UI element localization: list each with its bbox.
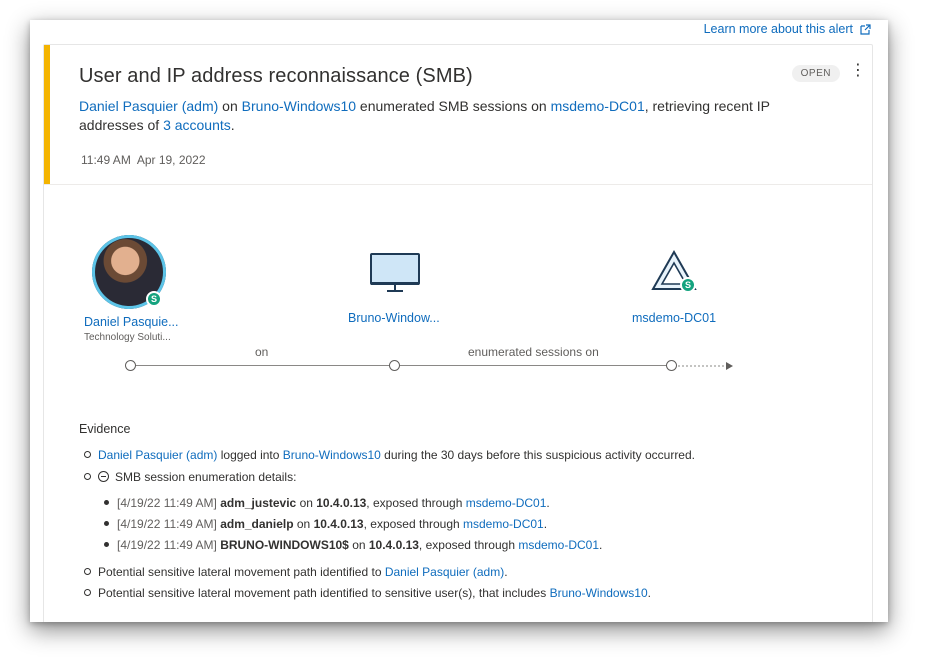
dc-entity-name[interactable]: msdemo-DC01	[632, 311, 716, 325]
bullet	[104, 542, 109, 547]
evidence-text: during the 30 days before this suspiciou…	[380, 448, 695, 462]
user-link[interactable]: Daniel Pasquier (adm)	[385, 565, 504, 579]
alert-time: 11:49 AM	[81, 153, 131, 167]
evidence-text: .	[647, 586, 651, 600]
alert-timestamp: 11:49 AM Apr 19, 2022	[81, 153, 206, 167]
alert-date: Apr 19, 2022	[136, 153, 206, 167]
dc-link[interactable]: msdemo-DC01	[463, 517, 544, 531]
detail-ip: 10.4.0.13	[368, 538, 419, 552]
evidence-item: Daniel Pasquier (adm) logged into Bruno-…	[84, 448, 695, 462]
timeline-segment	[400, 365, 672, 366]
evidence-item: Potential sensitive lateral movement pat…	[84, 586, 651, 600]
alert-title: User and IP address reconnaissance (SMB)	[79, 65, 473, 87]
evidence-text: logged into	[217, 448, 283, 462]
bullet	[84, 568, 91, 575]
learn-more-label[interactable]: Learn more about this alert	[704, 22, 853, 36]
user-link[interactable]: Daniel Pasquier (adm)	[98, 448, 217, 462]
detail-text: , exposed through	[363, 517, 464, 531]
detail-text: on	[293, 517, 314, 531]
timeline-node	[125, 360, 136, 371]
detail-timestamp: [4/19/22 11:49 AM]	[117, 496, 221, 510]
evidence-heading: Evidence	[79, 422, 131, 436]
evidence-item: Potential sensitive lateral movement pat…	[84, 565, 508, 579]
timeline-node	[389, 360, 400, 371]
evidence-text: Potential sensitive lateral movement pat…	[98, 565, 385, 579]
alert-card: User and IP address reconnaissance (SMB)…	[43, 44, 873, 622]
detail-text: .	[546, 496, 550, 510]
evidence-text: .	[504, 565, 508, 579]
desc-text: on	[218, 98, 242, 114]
accounts-link[interactable]: 3 accounts	[163, 117, 231, 133]
external-link-icon	[860, 23, 871, 35]
device-monitor-icon[interactable]	[369, 252, 421, 294]
detail-ip: 10.4.0.13	[316, 496, 367, 510]
desc-text: enumerated SMB sessions on	[356, 98, 551, 114]
bullet	[104, 521, 109, 526]
detail-timestamp: [4/19/22 11:49 AM]	[117, 517, 221, 531]
status-badge: OPEN	[791, 65, 840, 82]
more-vertical-icon[interactable]: ⋮	[850, 63, 866, 79]
alert-window: Learn more about this alert User and IP …	[30, 20, 888, 622]
user-link[interactable]: Daniel Pasquier (adm)	[79, 98, 218, 114]
timeline-label-on: on	[255, 345, 269, 359]
bullet	[84, 589, 91, 596]
device-entity-name[interactable]: Bruno-Window...	[348, 311, 440, 325]
desc-text: .	[230, 117, 235, 133]
detail-text: , exposed through	[366, 496, 466, 510]
timeline-arrow-icon	[678, 362, 733, 370]
timeline-segment	[136, 365, 394, 366]
device-link[interactable]: Bruno-Windows10	[283, 448, 381, 462]
detail-text: , exposed through	[418, 538, 519, 552]
collapse-icon[interactable]	[98, 471, 109, 482]
detail-text: on	[296, 496, 317, 510]
detail-row: [4/19/22 11:49 AM] adm_danielp on 10.4.0…	[104, 517, 547, 531]
dc-link[interactable]: msdemo-DC01	[466, 496, 547, 510]
detail-timestamp: [4/19/22 11:49 AM]	[117, 538, 221, 552]
user-entity-title: Technology Soluti...	[84, 332, 171, 343]
detail-text: .	[599, 538, 603, 552]
detail-account: BRUNO-WINDOWS10$	[220, 538, 349, 552]
user-entity-name[interactable]: Daniel Pasquie...	[84, 315, 179, 329]
dc-link[interactable]: msdemo-DC01	[518, 538, 599, 552]
evidence-text: SMB session enumeration details:	[115, 470, 297, 484]
timeline-label-enumerated: enumerated sessions on	[468, 345, 599, 359]
device-link[interactable]: Bruno-Windows10	[242, 98, 356, 114]
alert-header: User and IP address reconnaissance (SMB)…	[44, 45, 872, 185]
learn-more-link[interactable]: Learn more about this alert	[704, 22, 872, 36]
timeline-node	[666, 360, 677, 371]
detail-ip: 10.4.0.13	[313, 517, 364, 531]
detail-text: on	[348, 538, 369, 552]
detail-row: [4/19/22 11:49 AM] adm_justevic on 10.4.…	[104, 496, 550, 510]
bullet	[104, 500, 109, 505]
alert-description: Daniel Pasquier (adm) on Bruno-Windows10…	[79, 97, 799, 135]
detail-account: adm_justevic	[220, 496, 297, 510]
detail-row: [4/19/22 11:49 AM] BRUNO-WINDOWS10$ on 1…	[104, 538, 602, 552]
sensitive-badge: S	[146, 291, 162, 307]
detail-account: adm_danielp	[220, 517, 294, 531]
bullet	[84, 451, 91, 458]
device-link[interactable]: Bruno-Windows10	[550, 586, 648, 600]
sensitive-badge: S	[680, 277, 696, 293]
detail-text: .	[543, 517, 548, 531]
evidence-item: SMB session enumeration details:	[84, 470, 296, 484]
bullet	[84, 473, 91, 480]
dc-link[interactable]: msdemo-DC01	[551, 98, 645, 114]
evidence-text: Potential sensitive lateral movement pat…	[98, 586, 550, 600]
